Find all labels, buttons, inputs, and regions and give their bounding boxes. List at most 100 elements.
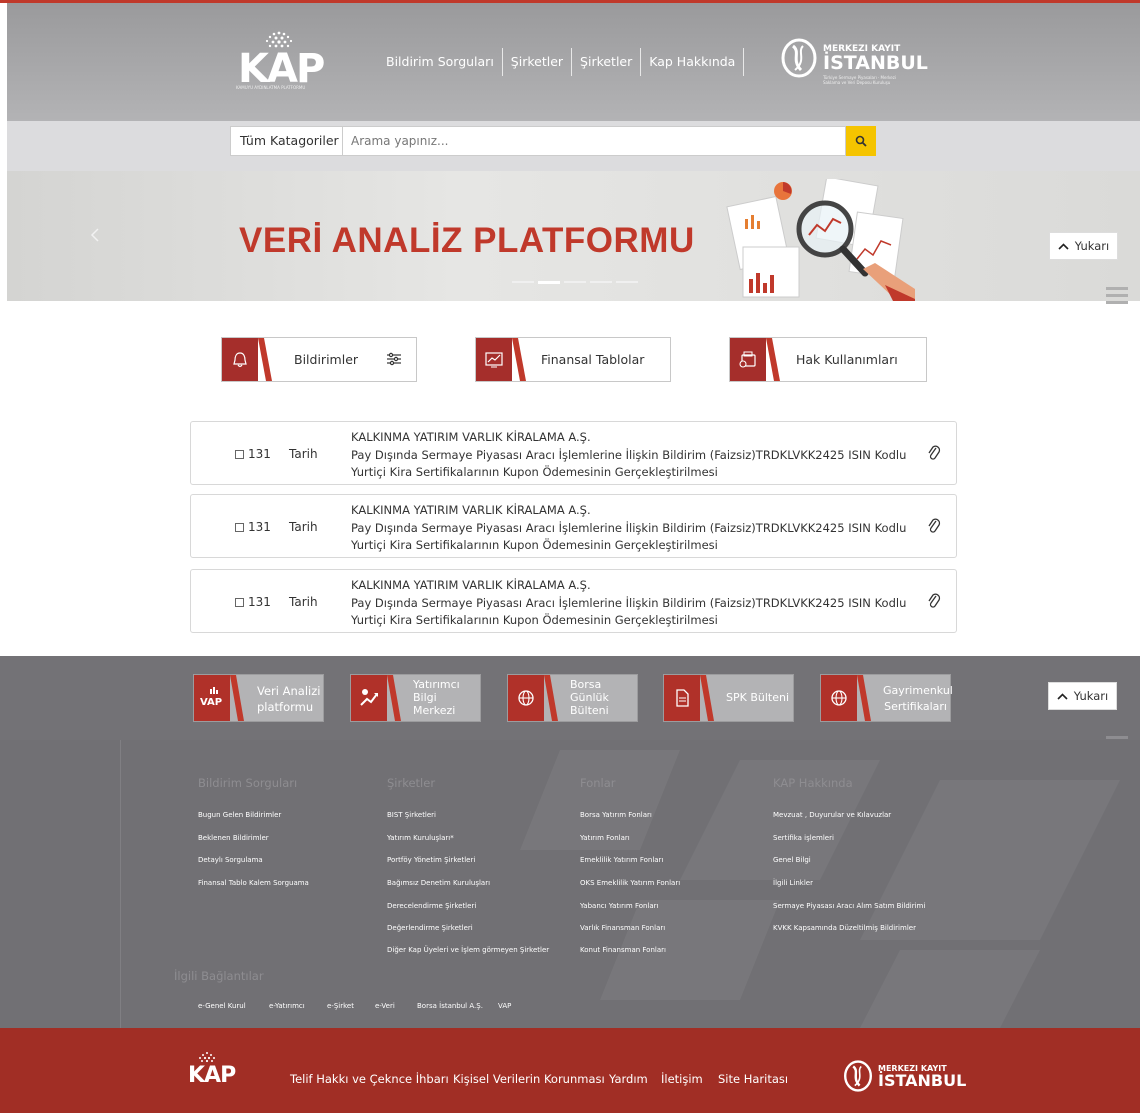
nav-bildirim-sorgulari[interactable]: Bildirim Sorguları — [378, 48, 503, 76]
footer-link[interactable]: Yabancı Yatırım Fonları — [580, 902, 659, 910]
strip-label-line: platformu — [257, 700, 314, 714]
attachment-icon[interactable] — [927, 517, 941, 535]
banner-prev-arrow-icon[interactable] — [90, 228, 100, 242]
related-link[interactable]: e-Yatırımcı — [269, 1002, 305, 1010]
category-select[interactable]: Tüm Katagoriler — [230, 126, 343, 156]
footer-link[interactable]: Değerlendirme Şirketleri — [387, 924, 473, 932]
footer-link[interactable]: Detaylı Sorgulama — [198, 856, 263, 864]
nav-sirketler-2[interactable]: Şirketler — [572, 48, 642, 76]
strip-button-borsa-gunluk-bulteni[interactable]: Borsa Günlük Bülteni — [507, 674, 638, 722]
footer-link[interactable]: Diğer Kap Üyeleri ve İşlem görmeyen Şirk… — [387, 946, 549, 954]
strip-button-veri-analizi[interactable]: VAP Veri Analizi platformu — [193, 674, 324, 722]
strip-button-yatirimci-bilgi-merkezi[interactable]: Yatırımcı Bilgi Merkezi — [350, 674, 481, 722]
footer-link[interactable]: Yatırım Fonları — [580, 834, 630, 842]
notification-company[interactable]: KALKINMA YATIRIM VARLIK KİRALAMA A.Ş. — [351, 430, 591, 444]
footer-link[interactable]: Emeklilik Yatırım Fonları — [580, 856, 663, 864]
mkk-logo[interactable]: MERKEZI KAYIT İSTANBUL Türkiye Sermaye P… — [781, 38, 941, 88]
notification-description[interactable]: Pay Dışında Sermaye Piyasası Aracı İşlem… — [351, 520, 911, 554]
search-button[interactable] — [846, 126, 876, 156]
checkbox[interactable] — [235, 522, 244, 532]
related-link[interactable]: VAP — [498, 1002, 511, 1010]
button-slash-decoration — [700, 675, 714, 721]
footer-link[interactable]: Bugun Gelen Bildirimler — [198, 811, 281, 819]
strip-button-gayrimenkul-sertifikalari[interactable]: Gayrimenkul Sertifikaları — [820, 674, 953, 722]
strip-label-line: Bilgi — [413, 691, 437, 704]
footer-link[interactable]: OKS Emeklilik Yatırım Fonları — [580, 879, 680, 887]
notification-select[interactable]: 131 — [235, 447, 271, 461]
mkk-footer-line2: İSTANBUL — [878, 1071, 967, 1090]
footer-link[interactable]: İlgili Linkler — [773, 879, 813, 887]
footer-link[interactable]: Derecelendirme Şirketleri — [387, 902, 476, 910]
button-slash-decoration — [387, 675, 401, 721]
chevron-up-icon — [1057, 692, 1068, 700]
strip-label-line: Yatırımcı — [413, 678, 460, 691]
scroll-up-button[interactable]: Yukarı — [1049, 232, 1118, 260]
footer-link[interactable]: Bağımsız Denetim Kuruluşları — [387, 879, 490, 887]
attachment-icon[interactable] — [927, 592, 941, 610]
related-link[interactable]: e-Genel Kurul — [198, 1002, 246, 1010]
quick-button-label: Finansal Tablolar — [541, 352, 645, 367]
footer-column-title: Şirketler — [387, 776, 436, 790]
bottom-bar-content: KAP — [0, 1028, 1140, 1113]
scroll-up-label: Yukarı — [1073, 689, 1109, 703]
footer-link[interactable]: Genel Bilgi — [773, 856, 811, 864]
scroll-up-button[interactable]: Yukarı — [1048, 682, 1117, 710]
notification-description[interactable]: Pay Dışında Sermaye Piyasası Aracı İşlem… — [351, 447, 911, 481]
footer-bottom-link[interactable]: İletişim — [661, 1072, 703, 1086]
notification-select[interactable]: 131 — [235, 520, 271, 534]
attachment-icon[interactable] — [927, 444, 941, 462]
footer-divider — [120, 740, 121, 1028]
footer-bottom-link[interactable]: Site Haritası — [718, 1072, 788, 1086]
footer-link[interactable]: Finansal Tablo Kalem Sorguama — [198, 879, 309, 887]
notification-card[interactable]: 131 Tarih KALKINMA YATIRIM VARLIK KİRALA… — [190, 421, 957, 485]
data-analysis-illustration-icon — [726, 179, 915, 301]
footer-link[interactable]: Konut Finansman Fonları — [580, 946, 666, 954]
filter-sliders-icon[interactable] — [386, 352, 402, 366]
footer-bottom-link[interactable]: Telif Hakkı ve Çeknce İhbarı — [290, 1072, 449, 1086]
related-link[interactable]: e-Veri — [375, 1002, 395, 1010]
footer-link[interactable]: Sertifika işlemleri — [773, 834, 834, 842]
strip-button-spk-bulteni[interactable]: SPK Bülteni — [663, 674, 794, 722]
slide-dot-active[interactable] — [538, 281, 560, 284]
footer-bottom-link[interactable]: Yardım — [609, 1072, 648, 1086]
footer-link[interactable]: KVKK Kapsamında Düzeltilmiş Bildirimler — [773, 924, 916, 932]
quick-button-hak-kullanimlari[interactable]: Hak Kullanımları — [729, 337, 927, 382]
strip-label-line: Sertifikaları — [884, 700, 947, 713]
notification-select[interactable]: 131 — [235, 595, 271, 609]
footer-link[interactable]: Portföy Yönetim Şirketleri — [387, 856, 475, 864]
nav-kap-hakkinda[interactable]: Kap Hakkında — [641, 48, 745, 76]
notification-card[interactable]: 131 Tarih KALKINMA YATIRIM VARLIK KİRALA… — [190, 494, 957, 558]
nav-sirketler[interactable]: Şirketler — [503, 48, 573, 76]
footer-link[interactable]: Borsa Yatırım Fonları — [580, 811, 652, 819]
mkk-logo-line3: Türkiye Sermaye Piyasaları · Merkezi Sak… — [823, 75, 896, 85]
checkbox[interactable] — [235, 597, 244, 607]
mkk-logo-line2: İSTANBUL — [823, 52, 928, 74]
mkk-footer-logo[interactable]: MERKEZI KAYIT İSTANBUL — [843, 1060, 968, 1094]
hamburger-menu-icon[interactable] — [1106, 287, 1128, 305]
slide-dot[interactable] — [590, 281, 612, 283]
quick-button-finansal-tablolar[interactable]: Finansal Tablolar — [475, 337, 671, 382]
footer-link[interactable]: Varlık Finansman Fonları — [580, 924, 665, 932]
kap-logo[interactable]: KAP KAMUYU AYDINLATMA PLATFORMU — [232, 30, 325, 92]
footer-link[interactable]: Yatırım Kuruluşları* — [387, 834, 454, 842]
footer-link[interactable]: Beklenen Bildirimler — [198, 834, 269, 842]
slide-dot[interactable] — [564, 281, 586, 283]
notification-card[interactable]: 131 Tarih KALKINMA YATIRIM VARLIK KİRALA… — [190, 569, 957, 633]
related-link[interactable]: e-Şirket — [327, 1002, 354, 1010]
footer-link[interactable]: Mevzuat , Duyurular ve Kılavuzlar — [773, 811, 891, 819]
footer-link[interactable]: BIST Şirketleri — [387, 811, 436, 819]
slide-dot[interactable] — [616, 281, 638, 283]
notification-number: 131 — [248, 447, 271, 461]
notification-description[interactable]: Pay Dışında Sermaye Piyasası Aracı İşlem… — [351, 595, 911, 629]
footer-bottom-link[interactable]: Kişisel Verilerin Korunması — [453, 1072, 605, 1086]
notification-company[interactable]: KALKINMA YATIRIM VARLIK KİRALAMA A.Ş. — [351, 578, 591, 592]
kap-footer-logo[interactable]: KAP — [188, 1063, 236, 1088]
footer-link[interactable]: Sermaye Piyasası Aracı Alım Satım Bildir… — [773, 902, 925, 910]
slide-dot[interactable] — [512, 281, 534, 283]
related-link[interactable]: Borsa İstanbul A.Ş. — [417, 1002, 483, 1010]
strip-label-line: Veri Analizi — [257, 684, 321, 698]
checkbox[interactable] — [235, 449, 244, 459]
quick-button-bildirimler[interactable]: Bildirimler — [221, 337, 417, 382]
search-input[interactable] — [343, 126, 846, 156]
notification-company[interactable]: KALKINMA YATIRIM VARLIK KİRALAMA A.Ş. — [351, 503, 591, 517]
